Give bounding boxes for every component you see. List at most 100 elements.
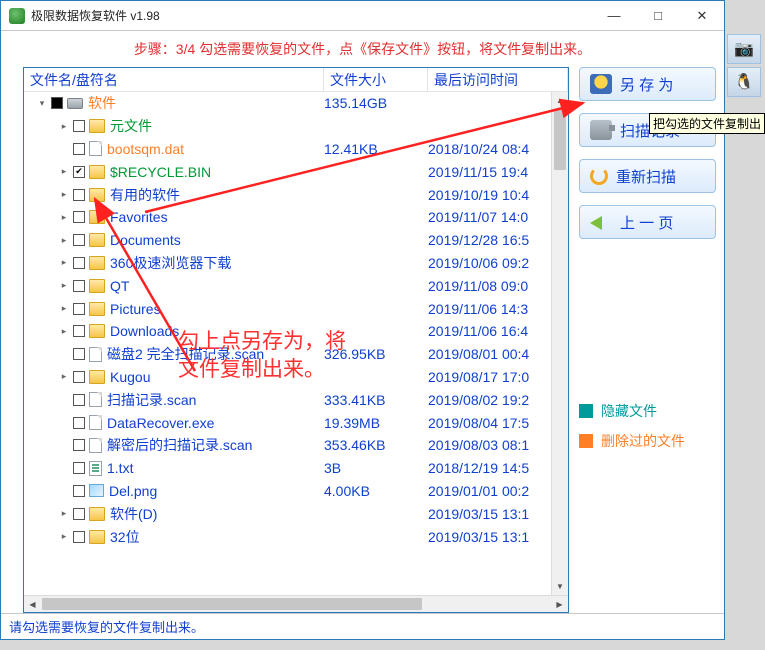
table-row[interactable]: 解密后的扫描记录.scan353.46KB2019/08/03 08:1	[24, 434, 568, 457]
expand-icon[interactable]: ▸	[58, 531, 70, 542]
file-tree[interactable]: ▾软件135.14GB ▸ 元文件bootsqm.dat12.41KB2018/10…	[24, 92, 568, 595]
rescan-button[interactable]: 重新扫描	[579, 159, 716, 193]
file-icon	[89, 415, 102, 430]
scroll-left-icon[interactable]: ◀	[24, 596, 41, 612]
file-time: 2019/01/01 00:2	[428, 483, 568, 499]
expand-icon[interactable]: ▸	[58, 508, 70, 519]
file-name: 扫描记录.scan	[107, 390, 196, 410]
expand-icon[interactable]: ▸	[58, 326, 70, 337]
table-row[interactable]: ▸Favorites2019/11/07 14:0	[24, 206, 568, 229]
checkbox[interactable]	[73, 371, 85, 383]
float-toolbar: 📷 🐧	[727, 34, 765, 100]
expand-icon[interactable]: ▸	[58, 235, 70, 246]
folder-icon	[89, 302, 105, 316]
checkbox[interactable]	[73, 257, 85, 269]
file-icon	[89, 141, 102, 156]
checkbox[interactable]	[73, 120, 85, 132]
table-row[interactable]: ▸QT2019/11/08 09:0	[24, 274, 568, 297]
checkbox[interactable]	[73, 417, 85, 429]
float-icon-2[interactable]: 🐧	[727, 67, 761, 97]
expand-icon[interactable]: ▸	[58, 371, 70, 382]
table-row[interactable]: ▸软件(D)2019/03/15 13:1	[24, 502, 568, 525]
expand-icon[interactable]: ▸	[58, 189, 70, 200]
expand-icon[interactable]: ▸	[58, 303, 70, 314]
checkbox[interactable]	[73, 485, 85, 497]
app-icon	[9, 8, 25, 24]
file-icon	[89, 392, 102, 407]
scroll-down-icon[interactable]: ▼	[552, 578, 568, 595]
table-row[interactable]: ▸Downloads2019/11/06 16:4	[24, 320, 568, 343]
file-name: bootsqm.dat	[107, 141, 184, 157]
table-row[interactable]: bootsqm.dat12.41KB2018/10/24 08:4	[24, 138, 568, 161]
side-buttons: 另 存 为 扫描记录 重新扫描 上 一 页 隐藏文件	[569, 67, 716, 613]
checkbox[interactable]	[73, 394, 85, 406]
expand-icon[interactable]: ▸	[58, 121, 70, 132]
expand-icon[interactable]: ▾	[36, 98, 48, 109]
folder-icon	[89, 210, 105, 224]
txt-icon	[89, 461, 102, 476]
maximize-button[interactable]: □	[636, 1, 680, 30]
table-row[interactable]: ▾软件135.14GB	[24, 92, 568, 115]
checkbox[interactable]	[73, 211, 85, 223]
file-name: 元文件	[110, 116, 152, 136]
file-name: 32位	[110, 527, 140, 547]
table-row[interactable]: ▸ 元文件	[24, 115, 568, 138]
table-row[interactable]: ▸$RECYCLE.BIN2019/11/15 19:4	[24, 160, 568, 183]
file-size: 333.41KB	[324, 392, 428, 408]
expand-icon[interactable]: ▸	[58, 166, 70, 177]
save-as-button[interactable]: 另 存 为	[579, 67, 716, 101]
column-headers[interactable]: 文件名/盘符名 文件大小 最后访问时间	[24, 68, 568, 92]
col-filesize[interactable]: 文件大小	[324, 68, 428, 91]
table-row[interactable]: ▸Kugou2019/08/17 17:0	[24, 366, 568, 389]
close-button[interactable]: ✕	[680, 1, 724, 30]
checkbox[interactable]	[73, 325, 85, 337]
checkbox[interactable]	[73, 462, 85, 474]
checkbox[interactable]	[51, 97, 63, 109]
table-row[interactable]: ▸360极速浏览器下载2019/10/06 09:2	[24, 252, 568, 275]
file-time: 2019/10/19 10:4	[428, 187, 568, 203]
scroll-thumb[interactable]	[554, 110, 566, 170]
float-icon-1[interactable]: 📷	[727, 34, 761, 64]
vertical-scrollbar[interactable]: ▲ ▼	[551, 92, 568, 595]
minimize-button[interactable]: —	[592, 1, 636, 30]
file-size: 353.46KB	[324, 437, 428, 453]
col-filename[interactable]: 文件名/盘符名	[24, 68, 324, 91]
table-row[interactable]: DataRecover.exe19.39MB2019/08/04 17:5	[24, 411, 568, 434]
table-row[interactable]: ▸Pictures2019/11/06 14:3	[24, 297, 568, 320]
checkbox[interactable]	[73, 234, 85, 246]
refresh-icon	[590, 167, 608, 185]
file-time: 2019/08/02 19:2	[428, 392, 568, 408]
titlebar[interactable]: 极限数据恢复软件 v1.98 — □ ✕	[1, 1, 724, 31]
table-row[interactable]: 1.txt3B2018/12/19 14:5	[24, 457, 568, 480]
checkbox[interactable]	[73, 280, 85, 292]
horizontal-scrollbar[interactable]: ◀ ▶	[24, 595, 568, 612]
checkbox[interactable]	[73, 143, 85, 155]
file-name: $RECYCLE.BIN	[110, 164, 211, 180]
table-row[interactable]: ▸32位2019/03/15 13:1	[24, 525, 568, 548]
scroll-right-icon[interactable]: ▶	[551, 596, 568, 612]
checkbox[interactable]	[73, 508, 85, 520]
expand-icon[interactable]: ▸	[58, 257, 70, 268]
file-time: 2019/10/06 09:2	[428, 255, 568, 271]
hscroll-thumb[interactable]	[42, 598, 422, 610]
file-name: DataRecover.exe	[107, 415, 214, 431]
checkbox[interactable]	[73, 439, 85, 451]
scroll-up-icon[interactable]: ▲	[552, 92, 568, 109]
table-row[interactable]: ▸Documents2019/12/28 16:5	[24, 229, 568, 252]
checkbox[interactable]	[73, 303, 85, 315]
checkbox[interactable]	[73, 531, 85, 543]
table-row[interactable]: ▸有用的软件2019/10/19 10:4	[24, 183, 568, 206]
prev-page-button[interactable]: 上 一 页	[579, 205, 716, 239]
expand-icon[interactable]: ▸	[58, 212, 70, 223]
window-title: 极限数据恢复软件 v1.98	[31, 7, 160, 24]
col-lastaccess[interactable]: 最后访问时间	[428, 68, 568, 91]
checkbox[interactable]	[73, 189, 85, 201]
table-row[interactable]: 磁盘2 完全扫描记录.scan326.95KB2019/08/01 00:4	[24, 343, 568, 366]
table-row[interactable]: Del.png4.00KB2019/01/01 00:2	[24, 480, 568, 503]
expand-icon[interactable]: ▸	[58, 280, 70, 291]
checkbox[interactable]	[73, 348, 85, 360]
checkbox[interactable]	[73, 166, 85, 178]
step-instruction: 步骤：3/4 勾选需要恢复的文件，点《保存文件》按钮，将文件复制出来。	[1, 31, 724, 67]
folder-icon	[89, 370, 105, 384]
table-row[interactable]: 扫描记录.scan 333.41KB2019/08/02 19:2	[24, 388, 568, 411]
